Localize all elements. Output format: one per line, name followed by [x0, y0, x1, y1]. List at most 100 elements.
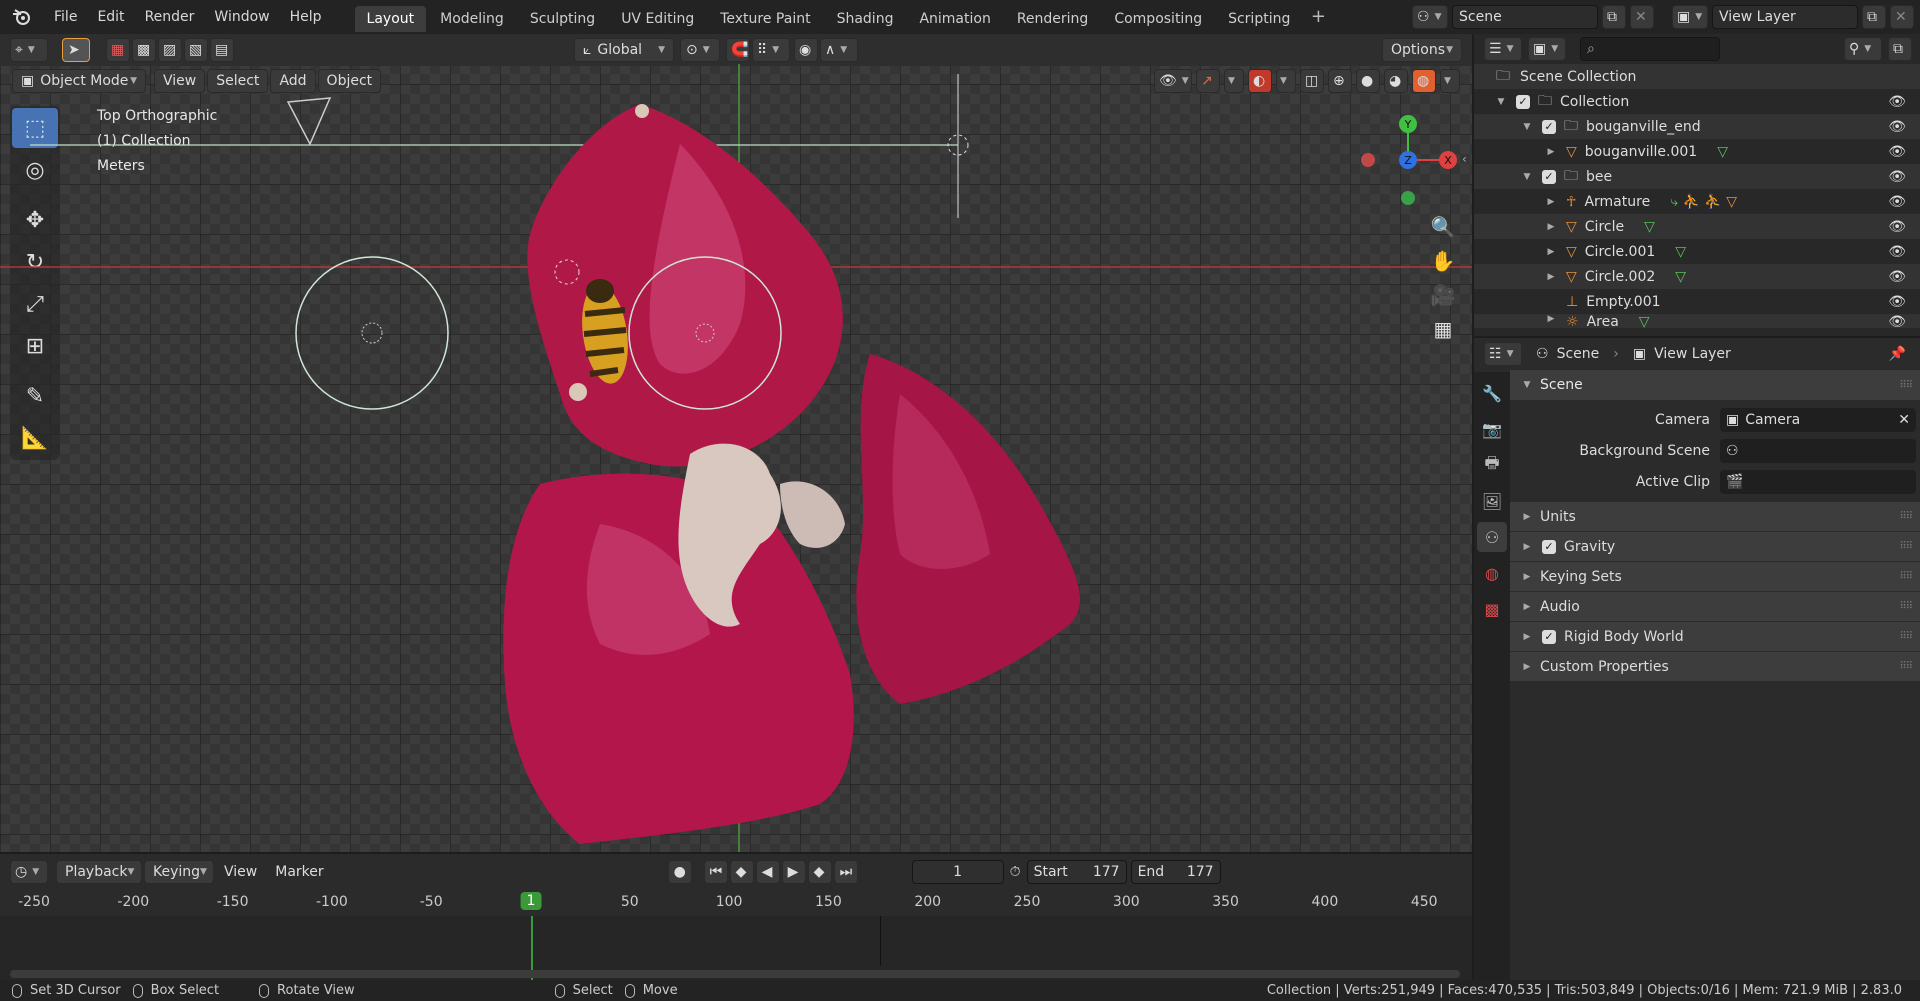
view-layer-name-field[interactable]: View Layer — [1712, 5, 1858, 29]
outliner-row-circle-002[interactable]: ▶ ▽ Circle.002 ▽ 👁 — [1474, 264, 1920, 289]
pin-icon[interactable]: 📌 — [1889, 346, 1906, 362]
filter-icon[interactable]: ⚲ ▼ — [1844, 37, 1882, 61]
view-layer-tab-icon[interactable]: 🖼 — [1477, 486, 1507, 516]
timeline-view-menu[interactable]: View — [216, 860, 265, 884]
outliner-row-scene-collection[interactable]: 🗀 Scene Collection — [1474, 64, 1920, 89]
3d-viewport[interactable]: ⌖ ▼ ➤ ▦ ▩ ▨ ▧ ▤ ⟀ Global ▼ ⊙ ▼ 🧲 ⠿ ▼ ◉ ∧ ▼ Opt… — [0, 34, 1472, 852]
tab-compositing[interactable]: Compositing — [1102, 6, 1214, 32]
output-tab-icon[interactable]: 🖶 — [1477, 450, 1507, 480]
gravity-checkbox[interactable]: ✓ — [1542, 539, 1556, 554]
tab-animation[interactable]: Animation — [907, 6, 1002, 32]
play-reverse-icon[interactable]: ◀ — [755, 860, 780, 884]
add-workspace-button[interactable]: + — [1307, 6, 1329, 28]
outliner-row-circle[interactable]: ▶ ▽ Circle ▽ 👁 — [1474, 214, 1920, 239]
current-frame-marker[interactable]: 1 — [520, 892, 542, 910]
new-collection-icon[interactable]: ⧉ — [1888, 37, 1912, 61]
expand-icon[interactable]: ▶ — [1544, 247, 1558, 257]
tab-layout[interactable]: Layout — [354, 6, 427, 32]
eye-icon[interactable]: 👁 — [1888, 314, 1906, 328]
menu-window[interactable]: Window — [204, 0, 279, 34]
outliner-row-bee[interactable]: ▼ ✓ 🗀 bee 👁 — [1474, 164, 1920, 189]
drag-grip-icon[interactable]: ⠿⠿ — [1899, 631, 1913, 642]
grid-view-icon[interactable]: ▦ — [1426, 312, 1460, 346]
render-tab-icon[interactable]: 📷 — [1477, 414, 1507, 444]
checkbox-icon[interactable]: ✓ — [1516, 94, 1530, 109]
timeline-scrollbar[interactable] — [10, 970, 1460, 978]
stopwatch-icon[interactable]: ⏱ — [1010, 864, 1021, 880]
sidebar-toggle-icon[interactable]: ‹ — [1462, 152, 1467, 166]
jump-end-icon[interactable]: ⏭ — [833, 860, 858, 884]
expand-icon[interactable]: ▼ — [1520, 122, 1534, 132]
next-keyframe-icon[interactable]: ◆ — [807, 860, 832, 884]
drag-grip-icon[interactable]: ⠿⠿ — [1899, 380, 1913, 391]
scene-selector-icon[interactable]: ⚇ ▼ — [1412, 5, 1448, 29]
eye-icon[interactable]: 👁 — [1888, 169, 1906, 185]
tab-shading[interactable]: Shading — [825, 6, 906, 32]
tab-scripting[interactable]: Scripting — [1216, 6, 1302, 32]
active-clip-field[interactable]: 🎬 — [1720, 469, 1916, 494]
navigation-gizmo[interactable]: Y X Z — [1358, 110, 1470, 220]
outliner-row-area[interactable]: ▶ ☼ Area ▽ 👁 — [1474, 314, 1920, 328]
new-scene-icon[interactable]: ⧉ — [1602, 5, 1626, 29]
eye-icon[interactable]: 👁 — [1888, 94, 1906, 110]
custom-properties-panel[interactable]: ▶ Custom Properties ⠿⠿ — [1510, 651, 1920, 681]
outliner-row-armature[interactable]: ▶ ☥ Armature ⤷ ⛹ ⛹ ▽ 👁 — [1474, 189, 1920, 214]
timeline-marker-menu[interactable]: Marker — [267, 860, 331, 884]
texture-tab-icon[interactable]: ▩ — [1477, 594, 1507, 624]
tab-uv-editing[interactable]: UV Editing — [609, 6, 706, 32]
timeline-editor-icon[interactable]: ◷ ▼ — [10, 860, 48, 884]
drag-grip-icon[interactable]: ⠿⠿ — [1899, 541, 1913, 552]
tab-sculpting[interactable]: Sculpting — [518, 6, 607, 32]
eye-icon[interactable]: 👁 — [1888, 244, 1906, 260]
zoom-icon[interactable]: 🔍 — [1426, 210, 1460, 244]
drag-grip-icon[interactable]: ⠿⠿ — [1899, 661, 1913, 672]
expand-icon[interactable]: ▶ — [1544, 272, 1558, 282]
camera-view-icon[interactable]: 🎥 — [1426, 278, 1460, 312]
rigid-body-checkbox[interactable]: ✓ — [1542, 629, 1556, 644]
scene-tab-icon[interactable]: ⚇ — [1477, 522, 1507, 552]
outliner-search-input[interactable] — [1598, 41, 1709, 57]
menu-edit[interactable]: Edit — [87, 0, 134, 34]
tab-modeling[interactable]: Modeling — [428, 6, 516, 32]
outliner-row-bouganville-001[interactable]: ▶ ▽ bouganville.001 ▽ 👁 — [1474, 139, 1920, 164]
audio-panel[interactable]: ▶ Audio ⠿⠿ — [1510, 591, 1920, 621]
tool-tab-icon[interactable]: 🔧 — [1477, 378, 1507, 408]
expand-icon[interactable]: ▶ — [1544, 147, 1558, 157]
outliner-search[interactable]: ⌕ — [1580, 37, 1720, 61]
keying-sets-panel[interactable]: ▶ Keying Sets ⠿⠿ — [1510, 561, 1920, 591]
properties-editor-icon[interactable]: ☷ ▼ — [1484, 342, 1522, 366]
outliner-row-collection[interactable]: ▼ ✓ 🗀 Collection 👁 — [1474, 89, 1920, 114]
eye-icon[interactable]: 👁 — [1888, 219, 1906, 235]
menu-help[interactable]: Help — [280, 0, 332, 34]
view-layer-selector-icon[interactable]: ▣ ▼ — [1672, 5, 1708, 29]
checkbox-icon[interactable]: ✓ — [1542, 119, 1556, 134]
tab-rendering[interactable]: Rendering — [1005, 6, 1101, 32]
drag-grip-icon[interactable]: ⠿⠿ — [1899, 601, 1913, 612]
tab-texture-paint[interactable]: Texture Paint — [708, 6, 822, 32]
menu-render[interactable]: Render — [135, 0, 205, 34]
scene-name-field[interactable]: Scene — [1452, 5, 1598, 29]
jump-start-icon[interactable]: ⏮ — [703, 860, 728, 884]
delete-scene-icon[interactable]: ✕ — [1630, 5, 1654, 29]
eye-icon[interactable]: 👁 — [1888, 194, 1906, 210]
new-view-layer-icon[interactable]: ⧉ — [1862, 5, 1886, 29]
start-frame-field[interactable]: Start 177 — [1026, 860, 1127, 884]
eye-icon[interactable]: 👁 — [1888, 294, 1906, 310]
checkbox-icon[interactable]: ✓ — [1542, 169, 1556, 184]
expand-icon[interactable]: ▶ — [1544, 314, 1558, 324]
outliner-row-bouganville-end[interactable]: ▼ ✓ 🗀 bouganville_end 👁 — [1474, 114, 1920, 139]
prev-keyframe-icon[interactable]: ◆ — [729, 860, 754, 884]
pan-hand-icon[interactable]: ✋ — [1426, 244, 1460, 278]
expand-icon[interactable]: ▶ — [1544, 222, 1558, 232]
eye-icon[interactable]: 👁 — [1888, 269, 1906, 285]
rigid-body-world-panel[interactable]: ▶ ✓ Rigid Body World ⠿⠿ — [1510, 621, 1920, 651]
play-icon[interactable]: ▶ — [781, 860, 806, 884]
background-scene-field[interactable]: ⚇ — [1720, 438, 1916, 463]
outliner-row-circle-001[interactable]: ▶ ▽ Circle.001 ▽ 👁 — [1474, 239, 1920, 264]
scene-panel-header[interactable]: ▼ Scene ⠿⠿ — [1510, 370, 1920, 400]
timeline-area[interactable] — [0, 916, 1472, 980]
delete-view-layer-icon[interactable]: ✕ — [1890, 5, 1914, 29]
drag-grip-icon[interactable]: ⠿⠿ — [1899, 511, 1913, 522]
outliner-row-empty-001[interactable]: ⊥ Empty.001 👁 — [1474, 289, 1920, 314]
world-tab-icon[interactable]: ◍ — [1477, 558, 1507, 588]
